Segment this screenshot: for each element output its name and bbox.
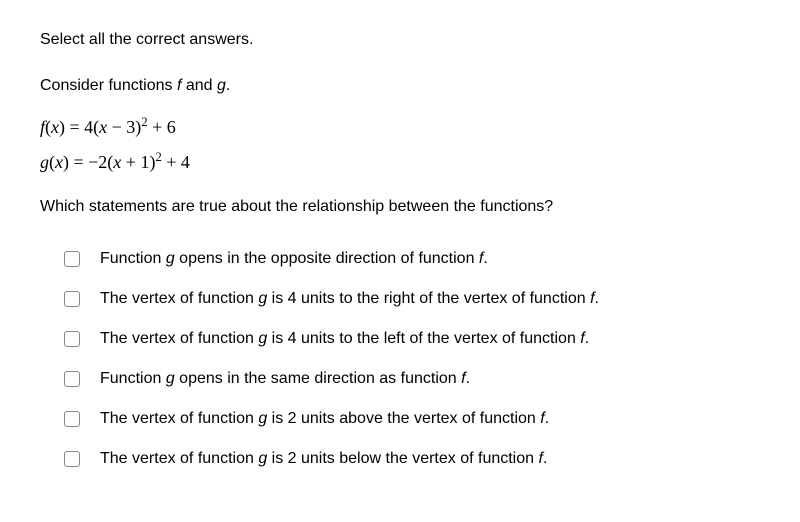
opt4-post: . — [545, 410, 549, 427]
equation-g: g(x) = −2(x + 1)2 + 4 — [40, 147, 760, 178]
prompt-suffix: . — [226, 77, 230, 94]
option-checkbox-1[interactable] — [64, 291, 80, 307]
prompt-text: Consider functions f and g. — [40, 74, 760, 98]
opt4-pre: The vertex of function — [100, 410, 258, 427]
options-list: Function g opens in the opposite directi… — [40, 247, 760, 471]
option-checkbox-5[interactable] — [64, 451, 80, 467]
opt2-mid: is 4 units to the left of the vertex of … — [267, 330, 580, 347]
equations-block: f(x) = 4(x − 3)2 + 6 g(x) = −2(x + 1)2 +… — [40, 112, 760, 177]
option-row: The vertex of function g is 2 units belo… — [64, 447, 760, 471]
opt5-post: . — [543, 450, 547, 467]
option-checkbox-2[interactable] — [64, 331, 80, 347]
opt1-post: . — [595, 290, 599, 307]
opt1-pre: The vertex of function — [100, 290, 258, 307]
equation-f: f(x) = 4(x − 3)2 + 6 — [40, 112, 760, 143]
opt3-g: g — [166, 370, 175, 387]
question-text: Which statements are true about the rela… — [40, 195, 760, 219]
opt2-g: g — [258, 330, 267, 347]
eq1-var: x — [51, 117, 59, 137]
opt5-g: g — [258, 450, 267, 467]
opt1-g: g — [258, 290, 267, 307]
eq1-tail: + 6 — [148, 117, 176, 137]
opt0-mid: opens in the opposite direction of funct… — [175, 250, 479, 267]
opt3-pre: Function — [100, 370, 166, 387]
option-text-0: Function g opens in the opposite directi… — [100, 247, 488, 271]
opt2-post: . — [585, 330, 589, 347]
eq1-var2: x — [99, 117, 107, 137]
opt3-post: . — [466, 370, 470, 387]
option-text-2: The vertex of function g is 4 units to t… — [100, 327, 589, 351]
opt4-g: g — [258, 410, 267, 427]
opt5-pre: The vertex of function — [100, 450, 258, 467]
eq2-rest: + 1) — [121, 152, 155, 172]
opt2-pre: The vertex of function — [100, 330, 258, 347]
option-text-4: The vertex of function g is 2 units abov… — [100, 407, 549, 431]
option-row: Function g opens in the same direction a… — [64, 367, 760, 391]
opt5-mid: is 2 units below the vertex of function — [267, 450, 538, 467]
option-text-1: The vertex of function g is 4 units to t… — [100, 287, 599, 311]
opt0-pre: Function — [100, 250, 166, 267]
opt4-mid: is 2 units above the vertex of function — [267, 410, 540, 427]
opt3-mid: opens in the same direction as function — [175, 370, 461, 387]
opt1-mid: is 4 units to the right of the vertex of… — [267, 290, 590, 307]
eq1-rest: − 3) — [107, 117, 141, 137]
option-text-5: The vertex of function g is 2 units belo… — [100, 447, 547, 471]
eq2-tail: + 4 — [162, 152, 190, 172]
option-row: Function g opens in the opposite directi… — [64, 247, 760, 271]
eq2-func: g — [40, 152, 49, 172]
option-checkbox-0[interactable] — [64, 251, 80, 267]
prompt-mid: and — [181, 77, 217, 94]
opt0-g: g — [166, 250, 175, 267]
option-row: The vertex of function g is 2 units abov… — [64, 407, 760, 431]
option-text-3: Function g opens in the same direction a… — [100, 367, 470, 391]
eq1-close: ) = 4( — [59, 117, 99, 137]
option-checkbox-4[interactable] — [64, 411, 80, 427]
instruction-text: Select all the correct answers. — [40, 28, 760, 52]
option-row: The vertex of function g is 4 units to t… — [64, 327, 760, 351]
option-checkbox-3[interactable] — [64, 371, 80, 387]
option-row: The vertex of function g is 4 units to t… — [64, 287, 760, 311]
eq2-close: ) = −2( — [63, 152, 113, 172]
prompt-prefix: Consider functions — [40, 77, 177, 94]
opt0-post: . — [483, 250, 487, 267]
eq2-var: x — [55, 152, 63, 172]
prompt-g: g — [217, 77, 226, 94]
